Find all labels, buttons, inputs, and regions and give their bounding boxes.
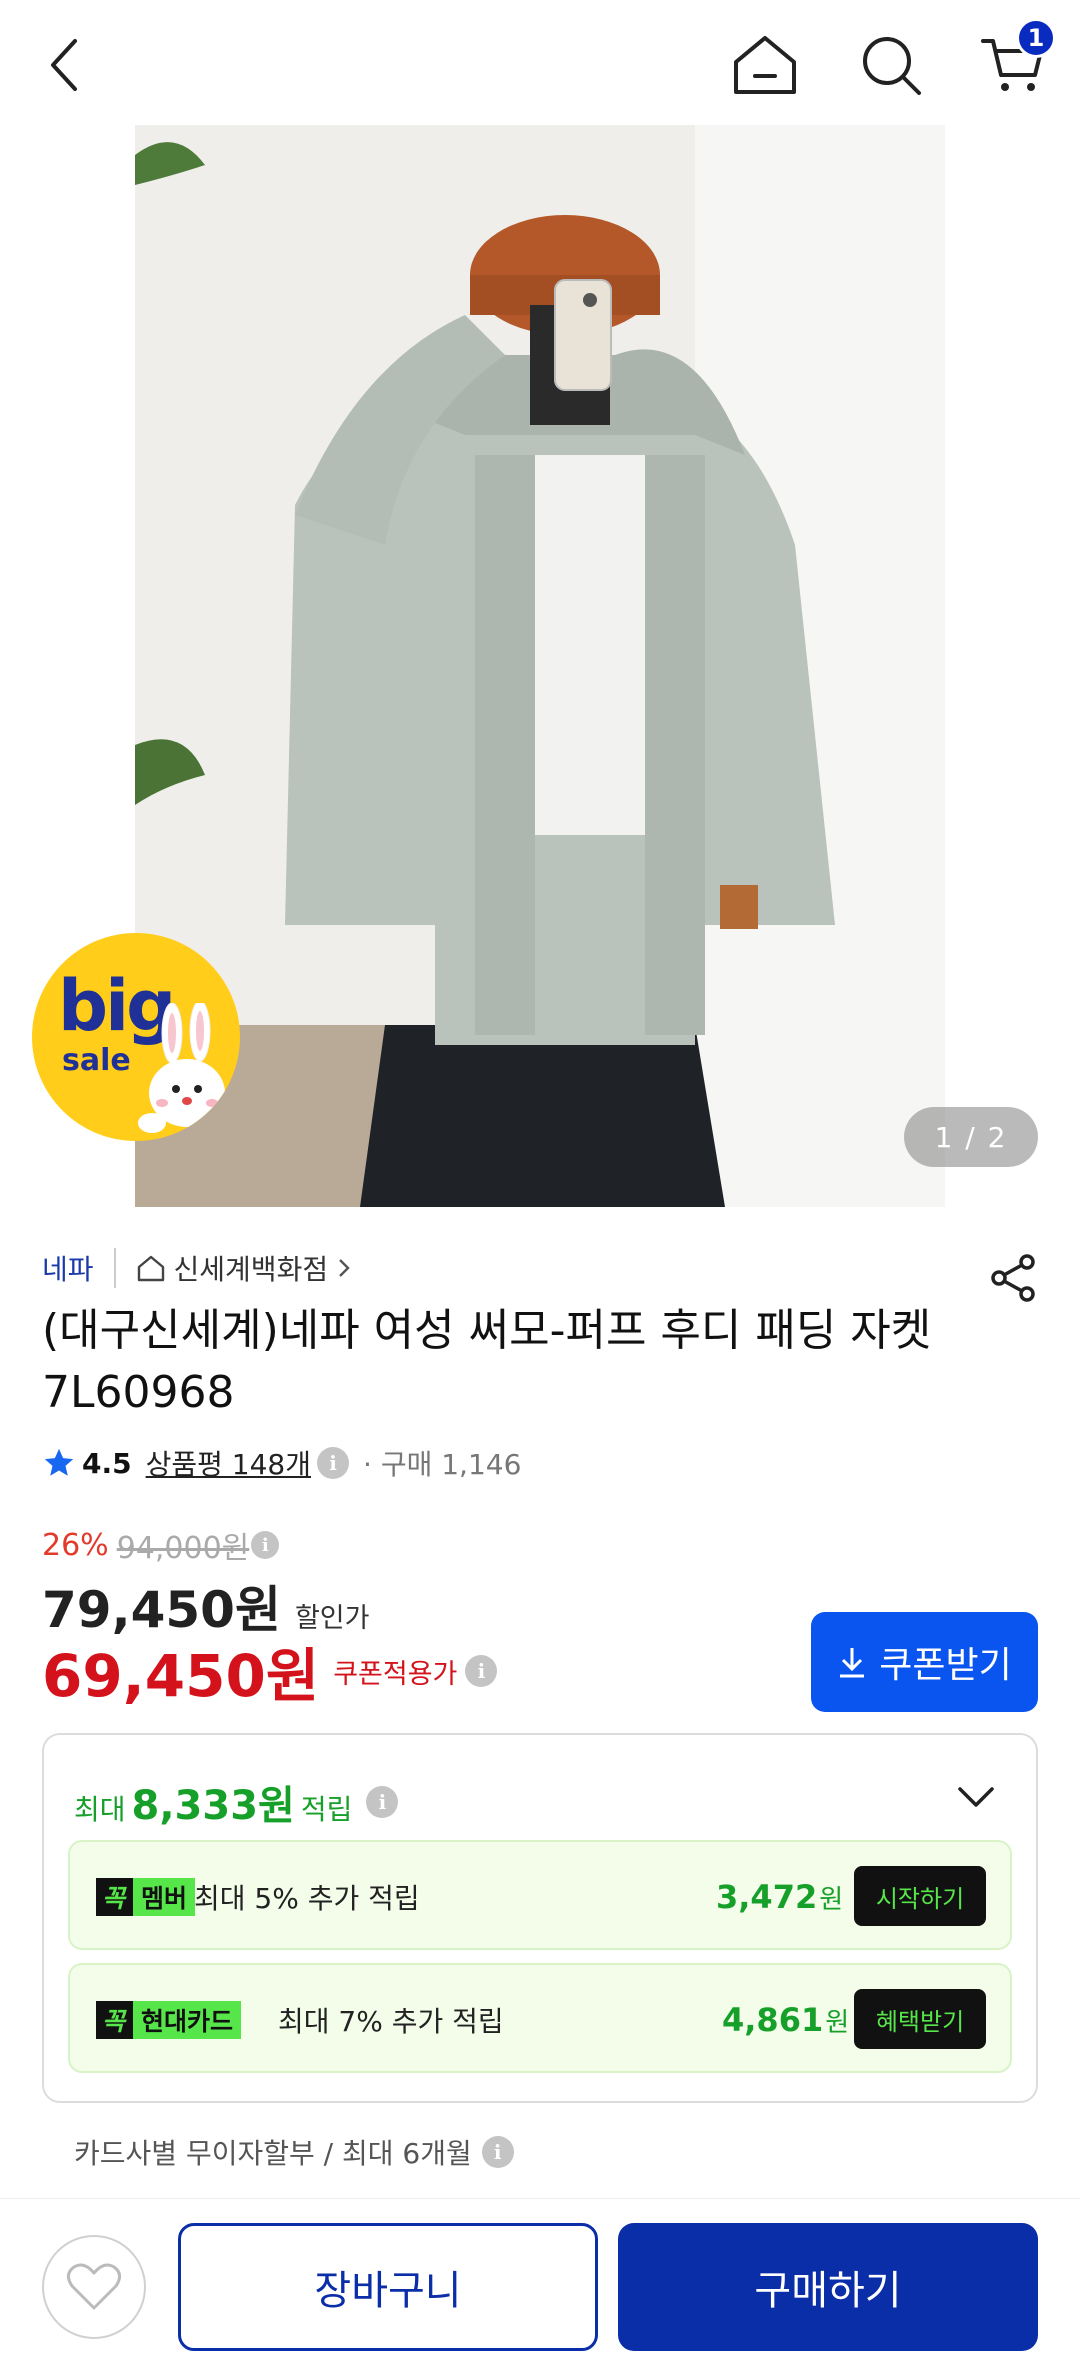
bunny-icon (138, 1003, 225, 1133)
review-link[interactable]: 상품평 148개 (146, 1443, 311, 1483)
add-to-cart-button[interactable]: 장바구니 (178, 2223, 598, 2351)
purchase-count: · 구매 1,146 (363, 1448, 522, 1481)
back-button[interactable] (20, 20, 110, 110)
share-button[interactable] (985, 1250, 1041, 1306)
sale-price-row: 79,450원 할인가 (42, 1570, 369, 1639)
tag-mark: 꼭 (102, 2007, 126, 2036)
chevron-right-icon (339, 1259, 350, 1277)
coupon-price: 69,450원 (42, 1642, 320, 1710)
share-icon (991, 1254, 1035, 1302)
points-prefix: 최대 (74, 1793, 126, 1826)
original-price: 94,000원 (116, 1531, 250, 1566)
brand-row: 네파 신세계백화점 (42, 1246, 352, 1290)
benefit-text: 최대 5% 추가 적립 (194, 1882, 420, 1915)
info-icon[interactable]: i (465, 1655, 498, 1687)
cart-count-badge: 1 (1016, 18, 1056, 58)
download-icon (840, 1648, 865, 1678)
info-icon[interactable]: i (251, 1531, 280, 1559)
points-panel: 최대 8,333원 적립 i 꼭 멤버 최대 5% 추가 적립 3,472 원 시… (42, 1733, 1038, 2103)
brand-link[interactable]: 네파 (42, 1248, 94, 1288)
installment-info: 카드사별 무이자할부 / 최대 6개월 i (74, 2132, 514, 2172)
expand-points-button[interactable] (956, 1785, 996, 1813)
buy-now-button[interactable]: 구매하기 (618, 2223, 1038, 2351)
image-page-counter: 1 / 2 (904, 1107, 1038, 1167)
store-link[interactable]: 신세계백화점 (136, 1248, 353, 1288)
bottom-action-bar: 장바구니 구매하기 (0, 2198, 1080, 2371)
info-icon[interactable]: i (366, 1786, 399, 1818)
get-coupon-label: 쿠폰받기 (879, 1645, 1012, 1686)
coupon-price-label: 쿠폰적용가 (333, 1658, 458, 1690)
home-button[interactable] (720, 20, 810, 110)
search-button[interactable] (846, 20, 936, 110)
card-tag: 꼭 현대카드 (96, 2001, 242, 2039)
product-photo (135, 125, 945, 1207)
search-icon (863, 37, 921, 95)
benefit-amount: 3,472 원 (716, 1878, 844, 1916)
product-image-carousel[interactable]: 1 / 2 big sale (0, 125, 1080, 1207)
divider (113, 1248, 116, 1288)
chevron-left-icon (51, 39, 77, 91)
tag-mark: 꼭 (102, 1884, 126, 1913)
store-name: 신세계백화점 (173, 1253, 329, 1286)
star-icon (44, 1448, 74, 1476)
info-icon[interactable]: i (481, 2136, 514, 2168)
member-benefit-row: 꼭 멤버 최대 5% 추가 적립 3,472 원 시작하기 (68, 1840, 1012, 1950)
product-title: (대구신세계)네파 여성 써모-퍼프 후디 패딩 자켓 7L60968 (42, 1305, 932, 1418)
wishlist-button[interactable] (42, 2235, 146, 2339)
sale-badge-small-text: sale (62, 1043, 131, 1078)
benefit-text: 최대 7% 추가 적립 (278, 2005, 504, 2038)
points-summary: 최대 8,333원 적립 i (74, 1773, 399, 1831)
tag-name: 현대카드 (133, 2001, 242, 2039)
discount-row: 26% 94,000원 i (42, 1525, 280, 1566)
chevron-down-icon (958, 1787, 994, 1807)
heart-icon (67, 2263, 121, 2310)
top-bar: 1 (0, 0, 1080, 125)
discount-rate: 26% (42, 1527, 109, 1563)
coupon-price-row: 69,450원 쿠폰적용가 i (42, 1636, 498, 1710)
start-membership-button[interactable]: 시작하기 (854, 1866, 986, 1926)
member-tag: 꼭 멤버 (96, 1878, 196, 1916)
get-coupon-button[interactable]: 쿠폰받기 (811, 1612, 1038, 1712)
cart-button[interactable]: 1 (968, 18, 1058, 110)
get-card-benefit-button[interactable]: 혜택받기 (854, 1989, 986, 2049)
rating-row: 4.5 상품평 148개 i · 구매 1,146 (42, 1440, 521, 1486)
points-amount: 8,333원 (131, 1783, 295, 1829)
tag-name: 멤버 (133, 1878, 196, 1916)
card-benefit-row: 꼭 현대카드 최대 7% 추가 적립 4,861 원 혜택받기 (68, 1963, 1012, 2073)
home-icon (734, 36, 796, 94)
big-sale-badge: big sale (32, 933, 240, 1141)
info-icon[interactable]: i (317, 1447, 349, 1479)
home-icon (137, 1255, 164, 1282)
benefit-amount: 4,861 원 (722, 2001, 850, 2039)
rating-score: 4.5 (82, 1446, 132, 1480)
points-suffix: 적립 (300, 1793, 353, 1826)
installment-text: 카드사별 무이자할부 / 최대 6개월 (74, 2137, 472, 2170)
